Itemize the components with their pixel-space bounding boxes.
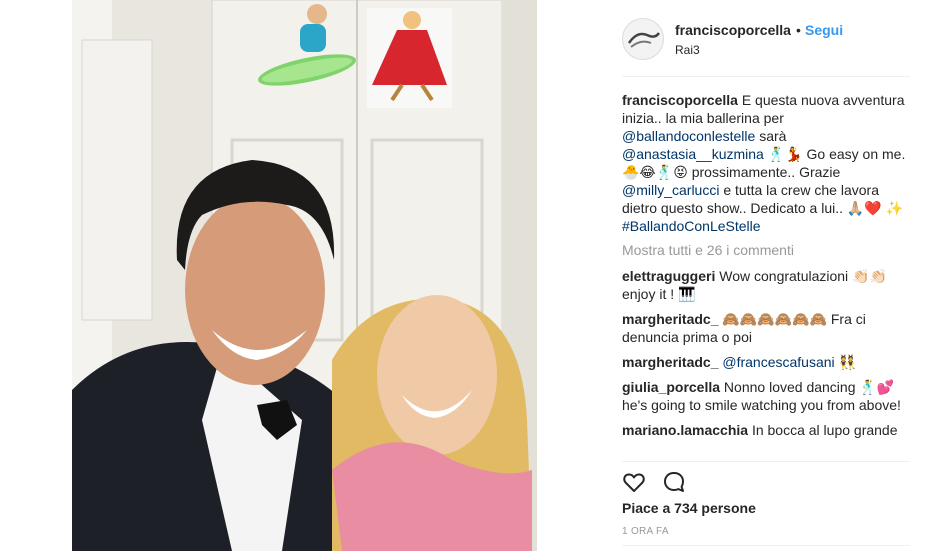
show-all-comments-link[interactable]: Mostra tutti e 26 i commenti [622, 241, 910, 259]
divider [622, 545, 910, 546]
separator-dot: • [796, 22, 801, 38]
comment-username[interactable]: margheritadc_ [622, 311, 718, 327]
post-location[interactable]: Rai3 [675, 43, 700, 57]
comment-username[interactable]: giulia_porcella [622, 379, 720, 395]
instagram-post: franciscoporcella • Segui Rai3 francisco… [72, 0, 910, 551]
caption-mention-anastasia[interactable]: @anastasia__kuzmina [622, 146, 764, 162]
comment-item: margheritadc_ 🙈🙈🙈🙈🙈🙈 Fra ci denuncia pri… [622, 310, 910, 346]
comment-item: mariano.lamacchia In bocca al lupo grand… [622, 421, 910, 439]
woman [332, 295, 532, 551]
post-header: franciscoporcella • Segui Rai3 [622, 16, 910, 77]
comment-mention[interactable]: @francescafusani [722, 354, 834, 370]
post-timestamp[interactable]: 1 ORA FA [622, 526, 669, 537]
follow-button[interactable]: Segui [805, 22, 843, 38]
caption-hashtag[interactable]: #BallandoConLeStelle [622, 218, 761, 234]
post-photo[interactable] [72, 0, 537, 551]
comment-bubble-icon[interactable] [662, 470, 686, 494]
header-username[interactable]: franciscoporcella [675, 22, 791, 38]
post-caption: franciscoporcella E questa nuova avventu… [622, 91, 910, 235]
likes-count[interactable]: Piace a 734 persone [622, 500, 756, 516]
caption-username[interactable]: franciscoporcella [622, 92, 738, 108]
post-actions [622, 461, 910, 498]
post-sidebar: franciscoporcella • Segui Rai3 francisco… [607, 0, 910, 551]
comment-username[interactable]: margheritadc_ [622, 354, 718, 370]
comment-text: In bocca al lupo grande [748, 422, 898, 438]
comment-username[interactable]: elettraguggeri [622, 268, 715, 284]
comment-item: margheritadc_ @francescafusani 👯 [622, 353, 910, 371]
heart-icon[interactable] [622, 470, 646, 494]
user-avatar[interactable] [622, 18, 664, 60]
comment-item: giulia_porcella Nonno loved dancing 🕺💕 h… [622, 378, 910, 414]
caption-mention-ballandoconlestelle[interactable]: @ballandoconlestelle [622, 128, 755, 144]
comments-section: franciscoporcella E questa nuova avventu… [622, 91, 910, 456]
comment-username[interactable]: mariano.lamacchia [622, 422, 748, 438]
comment-text: 👯 [834, 354, 856, 370]
selfie-image [72, 0, 537, 551]
caption-text-2: sarà [755, 128, 787, 144]
caption-mention-milly[interactable]: @milly_carlucci [622, 182, 719, 198]
comment-item: elettraguggeri Wow congratulazioni 👏🏻👏🏻 … [622, 267, 910, 303]
dancer-sticker [367, 8, 452, 108]
